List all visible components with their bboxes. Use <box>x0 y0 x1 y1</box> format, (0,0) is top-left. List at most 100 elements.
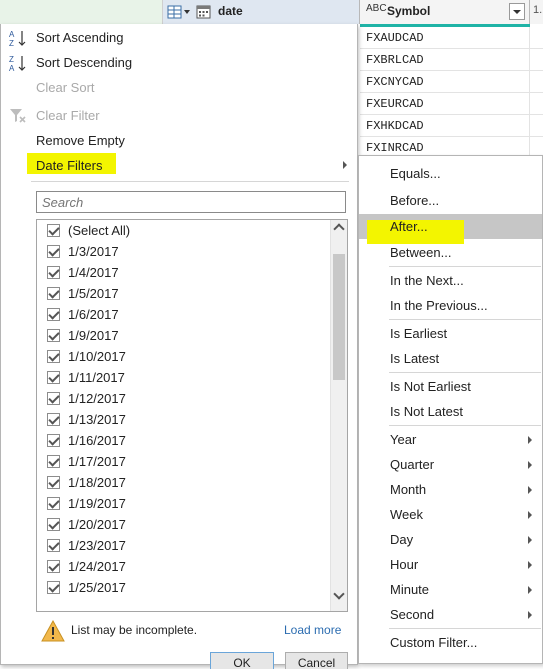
search-field[interactable] <box>36 191 346 213</box>
checkbox[interactable] <box>47 455 60 468</box>
list-item[interactable]: 1/9/2017 <box>47 325 327 346</box>
checkbox[interactable] <box>47 224 60 237</box>
list-item-label: 1/16/2017 <box>68 433 126 448</box>
table-cell[interactable] <box>530 49 543 71</box>
date-filters-item[interactable]: Date Filters <box>1 154 357 178</box>
is-not-latest-item[interactable]: Is Not Latest <box>359 399 542 424</box>
scroll-down-icon[interactable] <box>333 588 345 600</box>
in-the-previous-item[interactable]: In the Previous... <box>359 293 542 318</box>
remove-empty-item[interactable]: Remove Empty <box>1 129 357 153</box>
filter-dropdown-panel: A Z Sort Ascending Z A Sort Descending C… <box>0 24 358 669</box>
checkbox[interactable] <box>47 287 60 300</box>
list-item[interactable]: 1/4/2017 <box>47 262 327 283</box>
load-more-link[interactable]: Load more <box>284 623 341 637</box>
checkbox[interactable] <box>47 308 60 321</box>
checkbox[interactable] <box>47 476 60 489</box>
is-not-earliest-item[interactable]: Is Not Earliest <box>359 374 542 399</box>
checkbox[interactable] <box>47 518 60 531</box>
checkbox[interactable] <box>47 581 60 594</box>
quarter-item[interactable]: Quarter <box>359 452 542 477</box>
checkbox[interactable] <box>47 329 60 342</box>
table-cell[interactable] <box>530 115 543 137</box>
submenu-arrow-icon <box>528 561 532 569</box>
after-item[interactable]: After... <box>359 214 542 244</box>
checkbox[interactable] <box>47 434 60 447</box>
clear-filter-icon <box>10 109 26 123</box>
table-cell[interactable] <box>530 71 543 93</box>
list-item[interactable]: 1/20/2017 <box>47 514 327 535</box>
scroll-up-icon[interactable] <box>333 223 345 235</box>
in-the-next-item[interactable]: In the Next... <box>359 268 542 293</box>
custom-filter-item[interactable]: Custom Filter... <box>359 630 542 655</box>
minute-item[interactable]: Minute <box>359 577 542 602</box>
date-column-header[interactable]: date <box>163 0 519 24</box>
table-cell[interactable] <box>530 27 543 49</box>
equals-item[interactable]: Equals... <box>359 161 542 186</box>
table-type-icon[interactable] <box>167 4 193 20</box>
list-item-label: 1/24/2017 <box>68 559 126 574</box>
between-item[interactable]: Between... <box>359 240 542 265</box>
search-input[interactable] <box>37 192 345 212</box>
submenu-arrow-icon <box>528 436 532 444</box>
checkbox[interactable] <box>47 371 60 384</box>
table-cell[interactable] <box>530 93 543 115</box>
list-item[interactable]: (Select All) <box>47 220 327 241</box>
text-type-icon: ABC <box>366 3 387 14</box>
scrollbar-thumb[interactable] <box>333 254 345 380</box>
second-item[interactable]: Second <box>359 602 542 627</box>
clear-filter-item[interactable]: Clear Filter <box>1 104 357 128</box>
checkbox[interactable] <box>47 350 60 363</box>
next-column-header[interactable]: 1. <box>530 0 543 24</box>
list-item[interactable]: 1/6/2017 <box>47 304 327 325</box>
week-item[interactable]: Week <box>359 502 542 527</box>
day-item[interactable]: Day <box>359 527 542 552</box>
ok-button[interactable]: OK <box>210 652 274 669</box>
list-item[interactable]: 1/10/2017 <box>47 346 327 367</box>
table-cell[interactable]: FXAUDCAD <box>360 27 530 49</box>
table-cell[interactable]: FXHKDCAD <box>360 115 530 137</box>
list-item[interactable]: 1/25/2017 <box>47 577 327 598</box>
list-item[interactable]: 1/16/2017 <box>47 430 327 451</box>
checkbox[interactable] <box>47 539 60 552</box>
list-item[interactable]: 1/3/2017 <box>47 241 327 262</box>
list-item[interactable]: 1/19/2017 <box>47 493 327 514</box>
symbol-filter-dropdown-button[interactable] <box>509 3 525 20</box>
is-earliest-item[interactable]: Is Earliest <box>359 321 542 346</box>
chevron-down-icon <box>513 10 521 14</box>
symbol-column-header[interactable]: ABC Symbol <box>360 0 530 24</box>
table-cell[interactable]: FXCNYCAD <box>360 71 530 93</box>
list-item[interactable]: 1/13/2017 <box>47 409 327 430</box>
sort-descending-item[interactable]: Z A Sort Descending <box>1 51 357 75</box>
is-latest-label: Is Latest <box>390 351 440 366</box>
sort-ascending-item[interactable]: A Z Sort Ascending <box>1 26 357 50</box>
filter-value-list[interactable]: (Select All) 1/3/2017 1/4/2017 1/5/2017 … <box>36 219 348 612</box>
list-item[interactable]: 1/18/2017 <box>47 472 327 493</box>
list-item[interactable]: 1/11/2017 <box>47 367 327 388</box>
list-item[interactable]: 1/23/2017 <box>47 535 327 556</box>
checkbox[interactable] <box>47 413 60 426</box>
list-item[interactable]: 1/5/2017 <box>47 283 327 304</box>
before-item[interactable]: Before... <box>359 188 542 213</box>
warning-text: List may be incomplete. <box>71 623 198 637</box>
list-item[interactable]: 1/24/2017 <box>47 556 327 577</box>
list-item-label: 1/5/2017 <box>68 286 119 301</box>
list-item-label: 1/20/2017 <box>68 517 126 532</box>
checkbox[interactable] <box>47 266 60 279</box>
checkbox[interactable] <box>47 560 60 573</box>
is-latest-item[interactable]: Is Latest <box>359 346 542 371</box>
cancel-button[interactable]: Cancel <box>285 652 348 669</box>
between-label: Between... <box>390 245 452 260</box>
checkbox[interactable] <box>47 392 60 405</box>
before-label: Before... <box>390 193 440 208</box>
list-item[interactable]: 1/17/2017 <box>47 451 327 472</box>
checkbox[interactable] <box>47 497 60 510</box>
month-item[interactable]: Month <box>359 477 542 502</box>
hour-item[interactable]: Hour <box>359 552 542 577</box>
list-scrollbar[interactable] <box>330 220 347 611</box>
table-cell[interactable]: FXEURCAD <box>360 93 530 115</box>
year-item[interactable]: Year <box>359 427 542 452</box>
list-item[interactable]: 1/12/2017 <box>47 388 327 409</box>
checkbox[interactable] <box>47 245 60 258</box>
clear-sort-item[interactable]: Clear Sort <box>1 76 357 100</box>
table-cell[interactable]: FXBRLCAD <box>360 49 530 71</box>
